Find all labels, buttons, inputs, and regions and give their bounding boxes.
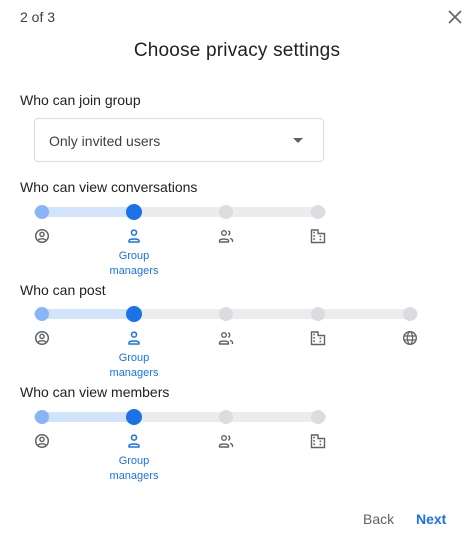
selected-option-label: Group managers	[109, 352, 159, 379]
slider-stop[interactable]	[35, 205, 49, 219]
join-group-select[interactable]: Only invited users	[34, 118, 324, 162]
person-circle-icon[interactable]	[34, 228, 50, 244]
person-icon[interactable]	[126, 228, 142, 244]
person-circle-icon[interactable]	[34, 330, 50, 346]
join-group-value: Only invited users	[49, 133, 161, 149]
slider-thumb[interactable]	[126, 306, 142, 322]
slider-thumb[interactable]	[126, 409, 142, 425]
view-members-label: Who can view members	[20, 384, 170, 400]
slider-stop[interactable]	[311, 307, 325, 321]
building-icon[interactable]	[310, 330, 326, 346]
slider-stop[interactable]	[35, 307, 49, 321]
slider-stop[interactable]	[219, 205, 233, 219]
close-button[interactable]	[444, 6, 466, 28]
building-icon[interactable]	[310, 228, 326, 244]
close-icon[interactable]	[444, 6, 466, 28]
slider-stop[interactable]	[311, 410, 325, 424]
dropdown-caret-icon	[293, 138, 303, 143]
back-button[interactable]: Back	[363, 511, 394, 527]
slider-stop[interactable]	[219, 410, 233, 424]
next-button[interactable]: Next	[416, 511, 446, 527]
globe-icon[interactable]	[402, 330, 418, 346]
selected-option-label: Group managers	[109, 250, 159, 277]
slider-stop[interactable]	[35, 410, 49, 424]
step-counter: 2 of 3	[20, 9, 56, 25]
dialog-title: Choose privacy settings	[133, 40, 341, 61]
slider-stop[interactable]	[311, 205, 325, 219]
slider-stop[interactable]	[403, 307, 417, 321]
view-conversations-slider[interactable]	[34, 204, 326, 220]
slider-thumb[interactable]	[126, 204, 142, 220]
person-circle-icon[interactable]	[34, 433, 50, 449]
view-members-slider[interactable]	[34, 409, 326, 425]
join-group-label: Who can join group	[20, 92, 141, 108]
who-can-post-label: Who can post	[20, 282, 106, 298]
people-icon[interactable]	[218, 433, 234, 449]
people-icon[interactable]	[218, 330, 234, 346]
view-conversations-label: Who can view conversations	[20, 179, 198, 195]
slider-stop[interactable]	[219, 307, 233, 321]
selected-option-label: Group managers	[109, 455, 159, 482]
who-can-post-slider[interactable]	[34, 306, 418, 322]
person-icon[interactable]	[126, 433, 142, 449]
person-icon[interactable]	[126, 330, 142, 346]
building-icon[interactable]	[310, 433, 326, 449]
people-icon[interactable]	[218, 228, 234, 244]
